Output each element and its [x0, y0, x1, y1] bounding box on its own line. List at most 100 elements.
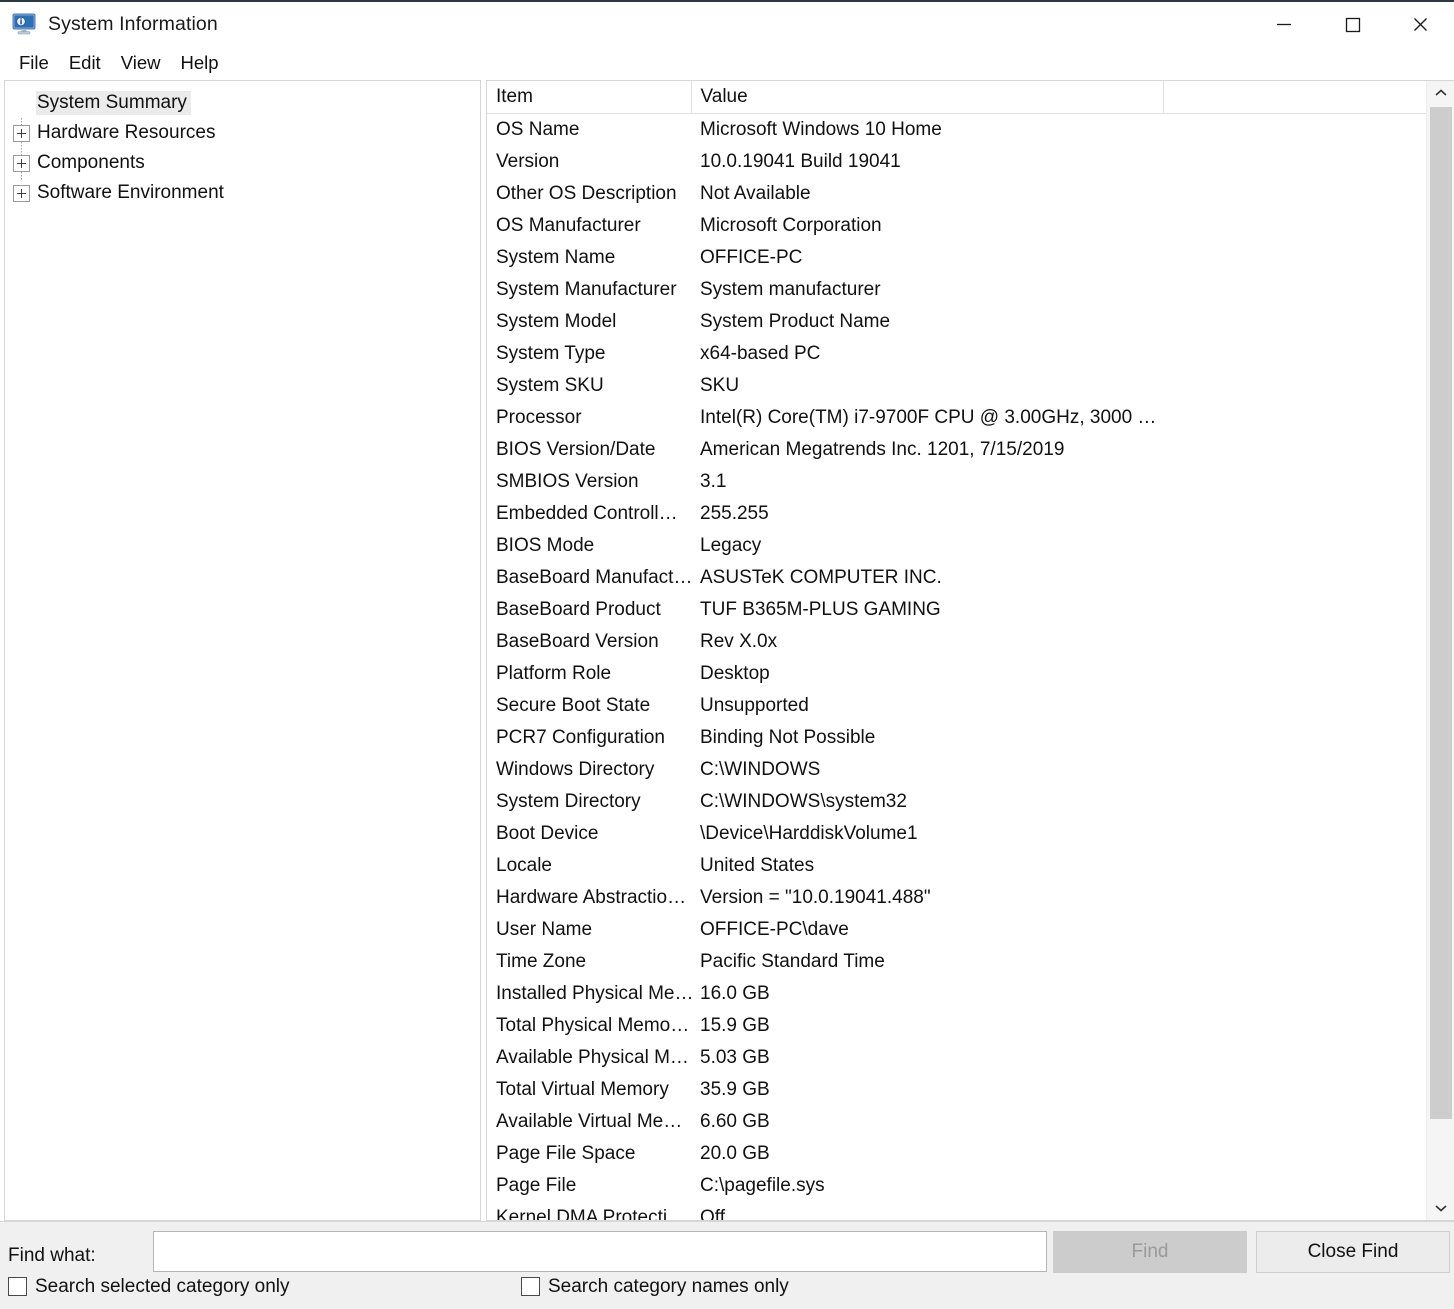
- cell-item: Total Physical Memo…: [496, 1015, 690, 1036]
- search-category-names-checkbox-row[interactable]: Search category names only: [521, 1277, 789, 1296]
- cell-value: C:\WINDOWS\system32: [700, 791, 907, 812]
- details-list-pane: Item Value OS Name Microsoft Windows 10 H…: [486, 80, 1454, 1221]
- menu-item-help[interactable]: Help: [170, 50, 228, 77]
- menu-item-edit[interactable]: Edit: [59, 50, 111, 77]
- table-row[interactable]: System SKU SKU: [487, 370, 1426, 402]
- tree-item-components[interactable]: Components: [5, 148, 480, 178]
- cell-item: Installed Physical Me…: [496, 983, 691, 1004]
- table-row[interactable]: Platform Role Desktop: [487, 658, 1426, 690]
- cell-value: 5.03 GB: [700, 1047, 770, 1068]
- chevron-down-icon[interactable]: [1427, 1196, 1454, 1220]
- table-row[interactable]: Boot Device \Device\HarddiskVolume1: [487, 818, 1426, 850]
- menu-item-file[interactable]: File: [9, 50, 59, 77]
- cell-item: Other OS Description: [496, 183, 677, 204]
- table-row[interactable]: Other OS Description Not Available: [487, 178, 1426, 210]
- column-header-value[interactable]: Value: [691, 81, 1164, 114]
- menu-item-view[interactable]: View: [111, 50, 171, 77]
- cell-value: Legacy: [700, 535, 762, 556]
- find-input[interactable]: [153, 1231, 1047, 1272]
- table-row[interactable]: Locale United States: [487, 850, 1426, 882]
- cell-value: Unsupported: [700, 695, 809, 716]
- table-row[interactable]: System Directory C:\WINDOWS\system32: [487, 786, 1426, 818]
- expand-plus-icon[interactable]: [13, 184, 30, 202]
- window-controls: [1250, 2, 1454, 46]
- cell-item: System Model: [496, 311, 617, 332]
- table-row[interactable]: Page File C:\pagefile.sys: [487, 1170, 1426, 1202]
- table-row[interactable]: BaseBoard Manufact… ASUSTeK COMPUTER INC.: [487, 562, 1426, 594]
- table-row[interactable]: BaseBoard Product TUF B365M-PLUS GAMING: [487, 594, 1426, 626]
- table-row[interactable]: Embedded Controll… 255.255: [487, 498, 1426, 530]
- tree-item-system-summary[interactable]: System Summary: [5, 88, 480, 118]
- cell-value: Desktop: [700, 663, 770, 684]
- cell-item: User Name: [496, 919, 593, 940]
- cell-item: Embedded Controll…: [496, 503, 678, 524]
- find-button[interactable]: Find: [1053, 1231, 1247, 1273]
- cell-item: Available Physical M…: [496, 1047, 689, 1068]
- chevron-up-icon[interactable]: [1427, 81, 1454, 105]
- column-header-filler: [1163, 81, 1426, 114]
- system-information-icon: [12, 13, 36, 35]
- cell-value: United States: [700, 855, 815, 876]
- cell-item: Hardware Abstractio…: [496, 887, 687, 908]
- category-tree-pane: System Summary Hardware Resources Compon…: [4, 80, 481, 1221]
- table-row[interactable]: Available Virtual Me… 6.60 GB: [487, 1106, 1426, 1138]
- table-row[interactable]: Kernel DMA Protecti… Off: [487, 1202, 1426, 1220]
- table-row[interactable]: Total Virtual Memory 35.9 GB: [487, 1074, 1426, 1106]
- cell-item: Page File: [496, 1175, 577, 1196]
- table-row[interactable]: OS Name Microsoft Windows 10 Home: [487, 114, 1426, 147]
- cell-item: System SKU: [496, 375, 604, 396]
- maximize-icon[interactable]: [1318, 2, 1386, 46]
- column-header-item[interactable]: Item: [487, 81, 692, 114]
- minimize-icon[interactable]: [1250, 2, 1318, 46]
- tree-item-hardware-resources[interactable]: Hardware Resources: [5, 118, 480, 148]
- table-row[interactable]: Hardware Abstractio… Version = "10.0.1904…: [487, 882, 1426, 914]
- table-row[interactable]: SMBIOS Version 3.1: [487, 466, 1426, 498]
- table-row[interactable]: PCR7 Configuration Binding Not Possible: [487, 722, 1426, 754]
- vertical-scrollbar[interactable]: [1426, 81, 1454, 1220]
- cell-item: Version: [496, 151, 560, 172]
- tree-item-software-environment[interactable]: Software Environment: [5, 178, 480, 208]
- table-row[interactable]: Secure Boot State Unsupported: [487, 690, 1426, 722]
- cell-item: OS Name: [496, 119, 580, 140]
- details-table: Item Value OS Name Microsoft Windows 10 H…: [487, 81, 1426, 1220]
- cell-item: Time Zone: [496, 951, 587, 972]
- cell-value: System manufacturer: [700, 279, 881, 300]
- cell-value: ASUSTeK COMPUTER INC.: [700, 567, 942, 588]
- table-row[interactable]: System Manufacturer System manufacturer: [487, 274, 1426, 306]
- tree-item-label: Software Environment: [37, 181, 224, 203]
- table-row[interactable]: Version 10.0.19041 Build 19041: [487, 146, 1426, 178]
- search-selected-category-checkbox[interactable]: [8, 1277, 27, 1296]
- table-row[interactable]: Page File Space 20.0 GB: [487, 1138, 1426, 1170]
- cell-value: Intel(R) Core(TM) i7-9700F CPU @ 3.00GHz…: [700, 407, 1157, 428]
- cell-value: Not Available: [700, 183, 811, 204]
- expand-plus-icon[interactable]: [13, 154, 30, 172]
- table-row[interactable]: BIOS Version/Date American Megatrends Inc…: [487, 434, 1426, 466]
- table-row[interactable]: Available Physical M… 5.03 GB: [487, 1042, 1426, 1074]
- table-row[interactable]: Processor Intel(R) Core(TM) i7-9700F CPU …: [487, 402, 1426, 434]
- search-category-names-checkbox[interactable]: [521, 1277, 540, 1296]
- table-row[interactable]: OS Manufacturer Microsoft Corporation: [487, 210, 1426, 242]
- expand-plus-icon[interactable]: [13, 124, 30, 142]
- table-row[interactable]: Total Physical Memo… 15.9 GB: [487, 1010, 1426, 1042]
- table-row[interactable]: BIOS Mode Legacy: [487, 530, 1426, 562]
- cell-item: System Manufacturer: [496, 279, 677, 300]
- table-row[interactable]: System Model System Product Name: [487, 306, 1426, 338]
- cell-item: BaseBoard Version: [496, 631, 659, 652]
- cell-value: Off: [700, 1207, 725, 1220]
- cell-value: Pacific Standard Time: [700, 951, 885, 972]
- cell-item: System Type: [496, 343, 606, 364]
- table-row[interactable]: Time Zone Pacific Standard Time: [487, 946, 1426, 978]
- table-row[interactable]: Windows Directory C:\WINDOWS: [487, 754, 1426, 786]
- table-row[interactable]: System Name OFFICE-PC: [487, 242, 1426, 274]
- table-row[interactable]: BaseBoard Version Rev X.0x: [487, 626, 1426, 658]
- close-icon[interactable]: [1386, 2, 1454, 46]
- category-tree: System Summary Hardware Resources Compon…: [5, 81, 480, 208]
- table-row[interactable]: System Type x64-based PC: [487, 338, 1426, 370]
- table-row[interactable]: User Name OFFICE-PC\dave: [487, 914, 1426, 946]
- close-find-button[interactable]: Close Find: [1256, 1231, 1450, 1273]
- search-selected-category-checkbox-row[interactable]: Search selected category only: [8, 1277, 290, 1296]
- table-row[interactable]: Installed Physical Me… 16.0 GB: [487, 978, 1426, 1010]
- cell-value: 16.0 GB: [700, 983, 770, 1004]
- cell-value: OFFICE-PC: [700, 247, 803, 268]
- scrollbar-thumb[interactable]: [1430, 107, 1452, 1119]
